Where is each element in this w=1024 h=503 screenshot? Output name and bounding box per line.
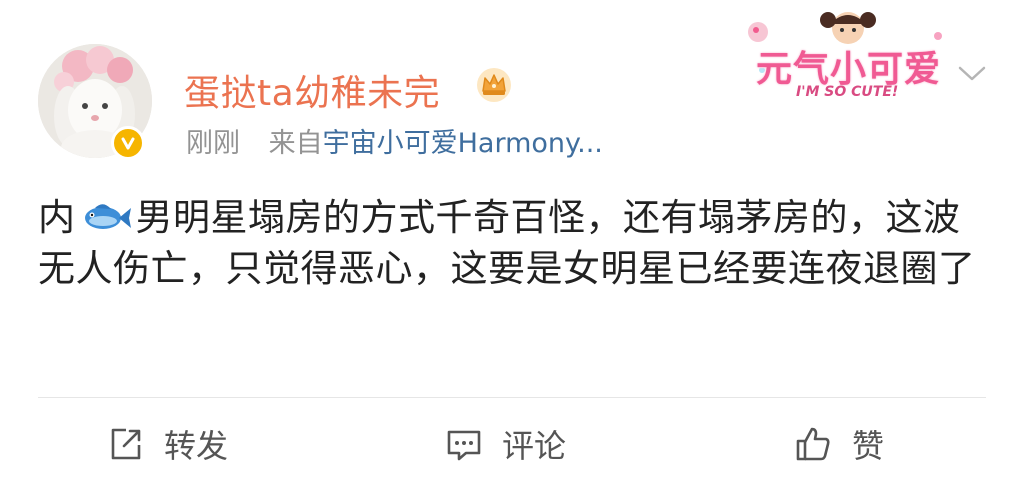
action-divider [38, 397, 986, 398]
comment-button[interactable]: 评论 [444, 420, 566, 468]
source-prefix: 来自 [268, 128, 323, 159]
repost-icon [111, 428, 141, 460]
like-label: 赞 [852, 427, 885, 465]
repost-label: 转发 [164, 427, 229, 465]
verified-badge-icon [111, 126, 145, 160]
comment-label: 评论 [502, 427, 567, 465]
fish-emoji-icon [79, 198, 133, 234]
cute-sticker: 元气小可爱 I'M SO CUTE! [742, 8, 956, 104]
username[interactable]: 蛋挞ta幼稚未完 [184, 64, 440, 116]
crown-badge-icon[interactable] [474, 64, 514, 104]
weibo-post-card: 蛋挞ta幼稚未完 刚刚 来自宇宙小可爱Harmony... 元气小可爱 I'M … [0, 0, 1024, 503]
post-content-text: 男明星塌房的方式千奇百怪，还有塌茅房的，这波无人伤亡，只觉得恶心，这要是女明星已… [38, 196, 976, 290]
repost-button[interactable]: 转发 [106, 420, 228, 468]
like-button[interactable]: 赞 [794, 420, 884, 468]
post-content-prefix: 内 [38, 196, 76, 239]
post-content: 内 男明星塌房的方式千奇百怪，还有塌茅房的，这波无人伤亡，只觉得恶心，这要是女明… [38, 192, 990, 294]
post-time: 刚刚 [186, 128, 240, 159]
chevron-down-icon[interactable] [954, 58, 990, 88]
post-meta: 刚刚 来自宇宙小可爱Harmony... [186, 121, 603, 160]
thumbs-up-icon [796, 427, 830, 461]
comment-icon [447, 430, 481, 461]
source-device-link[interactable]: 宇宙小可爱Harmony... [323, 128, 603, 159]
sticker-sub-text: I'M SO CUTE! [796, 84, 899, 100]
